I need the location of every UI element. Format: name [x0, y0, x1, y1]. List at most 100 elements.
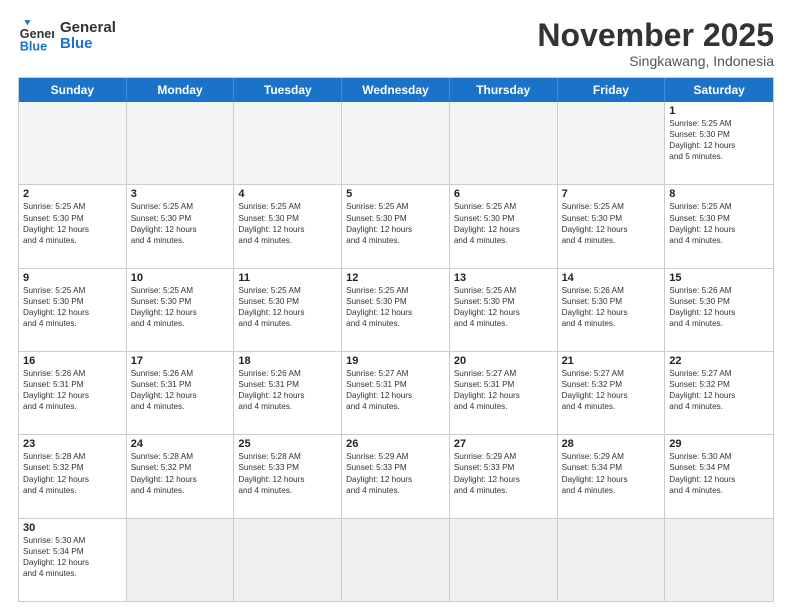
calendar-cell: 24Sunrise: 5:28 AM Sunset: 5:32 PM Dayli… — [127, 435, 235, 517]
calendar-cell: 11Sunrise: 5:25 AM Sunset: 5:30 PM Dayli… — [234, 269, 342, 351]
calendar-cell: 5Sunrise: 5:25 AM Sunset: 5:30 PM Daylig… — [342, 185, 450, 267]
cell-info: Sunrise: 5:25 AM Sunset: 5:30 PM Dayligh… — [669, 201, 769, 245]
cell-info: Sunrise: 5:25 AM Sunset: 5:30 PM Dayligh… — [23, 285, 122, 329]
cell-info: Sunrise: 5:30 AM Sunset: 5:34 PM Dayligh… — [23, 535, 122, 579]
calendar-cell: 8Sunrise: 5:25 AM Sunset: 5:30 PM Daylig… — [665, 185, 773, 267]
cell-info: Sunrise: 5:25 AM Sunset: 5:30 PM Dayligh… — [454, 285, 553, 329]
calendar-cell — [558, 519, 666, 601]
day-number: 5 — [346, 188, 445, 200]
day-number: 22 — [669, 355, 769, 367]
cell-info: Sunrise: 5:25 AM Sunset: 5:30 PM Dayligh… — [454, 201, 553, 245]
cell-info: Sunrise: 5:25 AM Sunset: 5:30 PM Dayligh… — [131, 201, 230, 245]
cell-info: Sunrise: 5:25 AM Sunset: 5:30 PM Dayligh… — [346, 285, 445, 329]
day-number: 10 — [131, 272, 230, 284]
calendar-cell: 9Sunrise: 5:25 AM Sunset: 5:30 PM Daylig… — [19, 269, 127, 351]
calendar-row: 16Sunrise: 5:26 AM Sunset: 5:31 PM Dayli… — [19, 352, 773, 435]
header-day-friday: Friday — [558, 78, 666, 102]
day-number: 16 — [23, 355, 122, 367]
calendar-cell — [450, 519, 558, 601]
cell-info: Sunrise: 5:25 AM Sunset: 5:30 PM Dayligh… — [23, 201, 122, 245]
logo-icon: General Blue — [18, 18, 54, 54]
calendar-row: 9Sunrise: 5:25 AM Sunset: 5:30 PM Daylig… — [19, 269, 773, 352]
day-number: 30 — [23, 522, 122, 534]
calendar-cell — [234, 519, 342, 601]
calendar-cell — [127, 519, 235, 601]
calendar-cell: 2Sunrise: 5:25 AM Sunset: 5:30 PM Daylig… — [19, 185, 127, 267]
cell-info: Sunrise: 5:25 AM Sunset: 5:30 PM Dayligh… — [346, 201, 445, 245]
header-day-saturday: Saturday — [665, 78, 773, 102]
day-number: 18 — [238, 355, 337, 367]
calendar-header: SundayMondayTuesdayWednesdayThursdayFrid… — [19, 78, 773, 102]
cell-info: Sunrise: 5:26 AM Sunset: 5:31 PM Dayligh… — [23, 368, 122, 412]
day-number: 12 — [346, 272, 445, 284]
day-number: 26 — [346, 438, 445, 450]
day-number: 19 — [346, 355, 445, 367]
day-number: 20 — [454, 355, 553, 367]
cell-info: Sunrise: 5:25 AM Sunset: 5:30 PM Dayligh… — [238, 201, 337, 245]
calendar-cell: 16Sunrise: 5:26 AM Sunset: 5:31 PM Dayli… — [19, 352, 127, 434]
calendar: SundayMondayTuesdayWednesdayThursdayFrid… — [18, 77, 774, 602]
day-number: 6 — [454, 188, 553, 200]
cell-info: Sunrise: 5:26 AM Sunset: 5:30 PM Dayligh… — [669, 285, 769, 329]
calendar-cell: 10Sunrise: 5:25 AM Sunset: 5:30 PM Dayli… — [127, 269, 235, 351]
cell-info: Sunrise: 5:25 AM Sunset: 5:30 PM Dayligh… — [131, 285, 230, 329]
calendar-cell — [450, 102, 558, 184]
calendar-cell: 15Sunrise: 5:26 AM Sunset: 5:30 PM Dayli… — [665, 269, 773, 351]
calendar-cell — [234, 102, 342, 184]
calendar-row: 23Sunrise: 5:28 AM Sunset: 5:32 PM Dayli… — [19, 435, 773, 518]
calendar-cell: 19Sunrise: 5:27 AM Sunset: 5:31 PM Dayli… — [342, 352, 450, 434]
day-number: 28 — [562, 438, 661, 450]
cell-info: Sunrise: 5:28 AM Sunset: 5:33 PM Dayligh… — [238, 451, 337, 495]
day-number: 23 — [23, 438, 122, 450]
day-number: 11 — [238, 272, 337, 284]
cell-info: Sunrise: 5:28 AM Sunset: 5:32 PM Dayligh… — [131, 451, 230, 495]
cell-info: Sunrise: 5:28 AM Sunset: 5:32 PM Dayligh… — [23, 451, 122, 495]
calendar-row: 1Sunrise: 5:25 AM Sunset: 5:30 PM Daylig… — [19, 102, 773, 185]
cell-info: Sunrise: 5:25 AM Sunset: 5:30 PM Dayligh… — [669, 118, 769, 162]
calendar-cell: 22Sunrise: 5:27 AM Sunset: 5:32 PM Dayli… — [665, 352, 773, 434]
calendar-cell: 13Sunrise: 5:25 AM Sunset: 5:30 PM Dayli… — [450, 269, 558, 351]
logo: General Blue General Blue — [18, 18, 116, 54]
day-number: 14 — [562, 272, 661, 284]
subtitle: Singkawang, Indonesia — [537, 53, 774, 69]
calendar-cell: 23Sunrise: 5:28 AM Sunset: 5:32 PM Dayli… — [19, 435, 127, 517]
calendar-cell — [342, 102, 450, 184]
calendar-cell: 26Sunrise: 5:29 AM Sunset: 5:33 PM Dayli… — [342, 435, 450, 517]
cell-info: Sunrise: 5:27 AM Sunset: 5:32 PM Dayligh… — [562, 368, 661, 412]
calendar-cell: 28Sunrise: 5:29 AM Sunset: 5:34 PM Dayli… — [558, 435, 666, 517]
logo-blue: Blue — [60, 36, 116, 53]
calendar-row: 2Sunrise: 5:25 AM Sunset: 5:30 PM Daylig… — [19, 185, 773, 268]
day-number: 25 — [238, 438, 337, 450]
logo-general: General — [60, 20, 116, 37]
header-day-wednesday: Wednesday — [342, 78, 450, 102]
cell-info: Sunrise: 5:29 AM Sunset: 5:33 PM Dayligh… — [346, 451, 445, 495]
day-number: 9 — [23, 272, 122, 284]
day-number: 21 — [562, 355, 661, 367]
title-block: November 2025 Singkawang, Indonesia — [537, 18, 774, 69]
cell-info: Sunrise: 5:25 AM Sunset: 5:30 PM Dayligh… — [562, 201, 661, 245]
header-day-sunday: Sunday — [19, 78, 127, 102]
cell-info: Sunrise: 5:27 AM Sunset: 5:31 PM Dayligh… — [346, 368, 445, 412]
calendar-cell: 18Sunrise: 5:26 AM Sunset: 5:31 PM Dayli… — [234, 352, 342, 434]
day-number: 24 — [131, 438, 230, 450]
calendar-body: 1Sunrise: 5:25 AM Sunset: 5:30 PM Daylig… — [19, 102, 773, 601]
calendar-cell: 7Sunrise: 5:25 AM Sunset: 5:30 PM Daylig… — [558, 185, 666, 267]
calendar-cell: 3Sunrise: 5:25 AM Sunset: 5:30 PM Daylig… — [127, 185, 235, 267]
header-day-tuesday: Tuesday — [234, 78, 342, 102]
day-number: 15 — [669, 272, 769, 284]
calendar-cell — [665, 519, 773, 601]
calendar-cell: 17Sunrise: 5:26 AM Sunset: 5:31 PM Dayli… — [127, 352, 235, 434]
cell-info: Sunrise: 5:29 AM Sunset: 5:34 PM Dayligh… — [562, 451, 661, 495]
month-title: November 2025 — [537, 18, 774, 53]
cell-info: Sunrise: 5:25 AM Sunset: 5:30 PM Dayligh… — [238, 285, 337, 329]
cell-info: Sunrise: 5:26 AM Sunset: 5:31 PM Dayligh… — [131, 368, 230, 412]
cell-info: Sunrise: 5:27 AM Sunset: 5:32 PM Dayligh… — [669, 368, 769, 412]
header-day-monday: Monday — [127, 78, 235, 102]
calendar-cell: 4Sunrise: 5:25 AM Sunset: 5:30 PM Daylig… — [234, 185, 342, 267]
calendar-cell: 1Sunrise: 5:25 AM Sunset: 5:30 PM Daylig… — [665, 102, 773, 184]
calendar-cell: 27Sunrise: 5:29 AM Sunset: 5:33 PM Dayli… — [450, 435, 558, 517]
calendar-cell: 30Sunrise: 5:30 AM Sunset: 5:34 PM Dayli… — [19, 519, 127, 601]
calendar-cell: 29Sunrise: 5:30 AM Sunset: 5:34 PM Dayli… — [665, 435, 773, 517]
cell-info: Sunrise: 5:30 AM Sunset: 5:34 PM Dayligh… — [669, 451, 769, 495]
calendar-cell: 14Sunrise: 5:26 AM Sunset: 5:30 PM Dayli… — [558, 269, 666, 351]
